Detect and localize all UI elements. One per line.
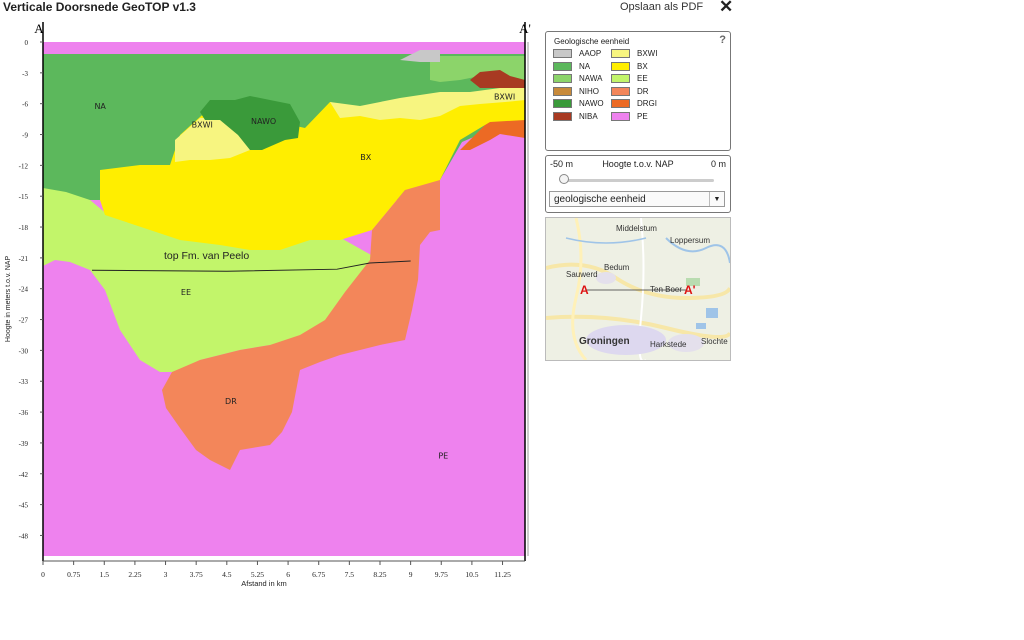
chevron-down-icon: ▼	[709, 192, 724, 206]
cross-section-chart: 0 -3 -6 -9 -12 -15 -18 -21 -24 -27 -30 -33 -36 -39 -42…	[5, 21, 531, 588]
y-tick-label: -30	[19, 347, 29, 355]
y-tick-label: -15	[19, 193, 29, 201]
legend-label: DR	[637, 86, 649, 96]
legend-title: Geologische eenheid	[554, 37, 630, 46]
x-tick-label: 0.75	[67, 570, 80, 579]
legend-swatch	[611, 61, 630, 71]
peelo-annotation: top Fm. van Peelo	[164, 250, 249, 262]
save-pdf-button[interactable]: Opslaan als PDF	[620, 1, 703, 13]
legend-panel: Geologische eenheid ? AAOP NA NAWA NIHO NAWO…	[545, 31, 731, 151]
y-axis-label: Hoogte in meters t.o.v. NAP	[5, 256, 12, 343]
legend-label: NIHO	[579, 86, 599, 96]
x-tick-label: 1.5	[100, 570, 110, 579]
legend-swatch	[611, 99, 630, 109]
map-place-label: Groningen	[579, 336, 630, 347]
map-canvas: Middelstum Loppersum Sauwerd Bedum Ten Boer G…	[546, 218, 730, 360]
unit-label-dr: DR	[225, 397, 237, 406]
x-axis-label: Afstand in km	[241, 579, 286, 588]
y-tick-label: -9	[22, 132, 28, 140]
x-tick-label: 0	[41, 570, 45, 579]
y-tick-label: -21	[19, 255, 29, 263]
unit-label-bxwi: BXWI	[192, 120, 213, 129]
legend-label: NAWO	[579, 99, 604, 109]
y-tick-label: -45	[19, 502, 29, 510]
x-tick-label: 3.75	[190, 570, 203, 579]
legend-label: DRGI	[637, 99, 657, 109]
legend-label: BXWI	[637, 49, 658, 58]
y-tick-label: -6	[22, 101, 28, 109]
unit-label-pe: PE	[438, 451, 448, 460]
x-tick-label: 7.5	[345, 570, 355, 579]
display-mode-value: geologische eenheid	[554, 194, 646, 205]
map-place-label: Slochte	[701, 337, 728, 346]
x-tick-label: 5.25	[251, 570, 264, 579]
height-max-label: 0 m	[710, 159, 726, 169]
legend-swatch	[553, 99, 572, 109]
x-tick-label: 9.75	[435, 570, 448, 579]
legend-label: NIBA	[579, 112, 598, 121]
y-tick-label: -12	[19, 162, 29, 170]
y-tick-label: -24	[19, 286, 29, 294]
y-tick-label: -33	[19, 378, 29, 386]
legend-swatch	[611, 86, 630, 96]
legend-label: AAOP	[579, 49, 602, 58]
legend-swatch	[611, 49, 630, 58]
legend-swatch	[611, 74, 630, 84]
map-place-label: Loppersum	[670, 236, 710, 245]
close-icon[interactable]: ✕	[719, 0, 733, 16]
x-tick-label: 8.25	[373, 570, 386, 579]
legend-swatch	[553, 86, 572, 96]
legend-label: EE	[637, 74, 648, 84]
section-layers	[43, 42, 525, 556]
y-tick-label: -39	[19, 440, 29, 448]
display-mode-select[interactable]: geologische eenheid ▼	[549, 191, 725, 207]
section-start-label: A	[34, 21, 44, 36]
map-place-label: Ten Boer	[650, 285, 682, 294]
map-marker-a: A	[580, 283, 589, 297]
unit-label-nawo: NAWO	[251, 117, 276, 126]
unit-label-ee: EE	[181, 288, 191, 297]
y-tick-label: -3	[22, 70, 28, 78]
unit-label-na: NA	[94, 102, 106, 111]
legend-swatch	[553, 61, 572, 71]
legend-swatch	[611, 112, 630, 121]
height-min-label: -50 m	[550, 159, 574, 169]
y-tick-label: -27	[19, 317, 29, 325]
x-tick-label: 9	[409, 570, 413, 579]
legend-swatch	[553, 74, 572, 84]
x-tick-label: 2.25	[128, 570, 141, 579]
map-place-label: Harkstede	[650, 340, 687, 349]
height-slider-title: Hoogte t.o.v. NAP	[602, 159, 674, 169]
x-tick-label: 3	[164, 570, 168, 579]
x-tick-label: 6.75	[312, 570, 325, 579]
height-slider-thumb[interactable]	[559, 174, 569, 184]
map-place-label: Bedum	[604, 263, 630, 272]
height-slider-track[interactable]	[560, 179, 714, 182]
y-tick-label: -42	[19, 471, 29, 479]
section-end-label: A'	[519, 21, 531, 36]
unit-label-bx: BX	[360, 153, 371, 162]
x-tick-label: 4.5	[222, 570, 232, 579]
x-tick-label: 10.5	[465, 570, 478, 579]
legend-label: NA	[579, 61, 591, 71]
legend-label: BX	[637, 61, 648, 71]
y-tick-label: 0	[25, 39, 29, 47]
y-tick-label: -36	[19, 409, 29, 417]
legend-label: NAWA	[579, 74, 603, 84]
map-place-label: Middelstum	[616, 224, 657, 233]
height-panel: Hoogte t.o.v. NAP -50 m 0 m geologische …	[545, 155, 731, 213]
legend-swatch	[553, 49, 572, 58]
y-tick-label: -48	[19, 532, 29, 540]
help-icon[interactable]: ?	[719, 34, 726, 46]
unit-label-bxwi: BXWI	[494, 93, 515, 102]
y-tick-label: -18	[19, 224, 29, 232]
x-tick-label: 6	[286, 570, 290, 579]
legend-label: PE	[637, 112, 648, 121]
map-place-label: Sauwerd	[566, 270, 598, 279]
location-map[interactable]: Middelstum Loppersum Sauwerd Bedum Ten Boer G…	[545, 217, 731, 361]
legend-swatch	[553, 112, 572, 121]
x-tick-label: 11.25	[494, 570, 511, 579]
map-marker-a-prime: A'	[684, 283, 696, 297]
